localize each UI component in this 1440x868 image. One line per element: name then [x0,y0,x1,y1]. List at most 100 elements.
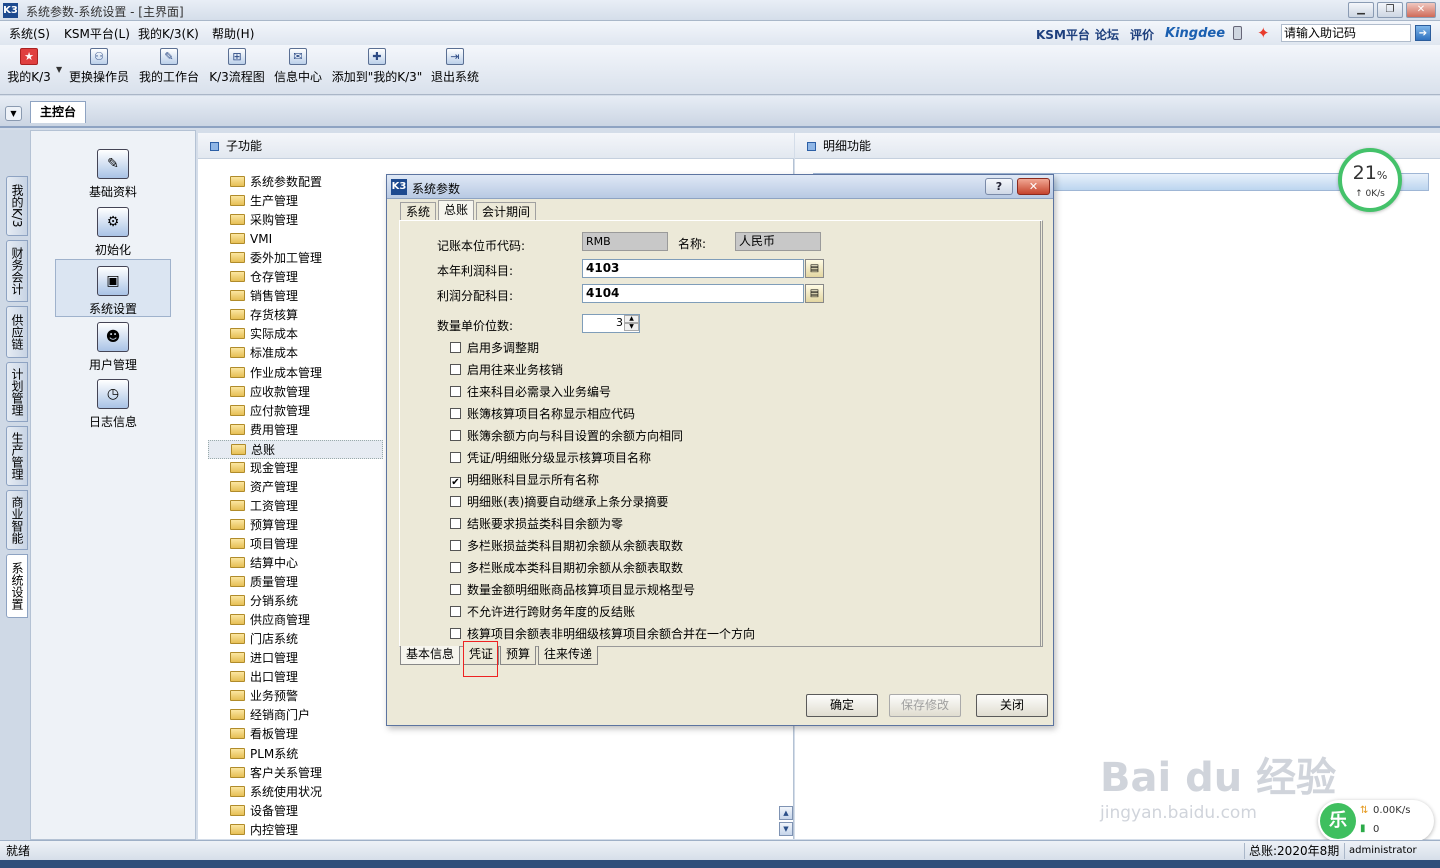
checkbox-icon[interactable] [450,628,461,639]
checkbox-icon[interactable] [450,518,461,529]
tree-item[interactable]: 应付款管理 [230,402,310,421]
tree-item[interactable]: 结算中心 [230,554,298,573]
vtab-finance[interactable]: 财务会计 [6,240,28,302]
item-log-info[interactable]: ◷ 日志信息 [55,373,171,431]
vtab-planning[interactable]: 计划管理 [6,362,28,422]
tree-item[interactable]: 仓存管理 [230,268,298,287]
help-button[interactable]: ? [985,178,1013,195]
tool-my-workbench[interactable]: ✎ 我的工作台 [138,48,200,85]
tool-exit-system[interactable]: ⇥ 退出系统 [430,48,480,85]
option-checkbox[interactable]: 账簿余额方向与科目设置的余额方向相同 [450,427,683,445]
vtab-production[interactable]: 生产管理 [6,426,28,486]
spin-up-icon[interactable]: ▲ [624,315,639,323]
scroll-up-button[interactable]: ▲ [779,806,793,820]
checkbox-icon[interactable] [450,430,461,441]
vtab-supply-chain[interactable]: 供应链 [6,306,28,358]
brand-link-review[interactable]: 评价 [1130,26,1154,43]
tree-item[interactable]: VMI [230,230,272,249]
tree-item[interactable]: 质量管理 [230,573,298,592]
minimize-button[interactable]: ▁ [1348,2,1374,18]
brand-link-ksm[interactable]: KSM平台 [1036,26,1090,43]
checkbox-icon[interactable] [450,584,461,595]
tree-item[interactable]: 费用管理 [230,421,298,440]
option-checkbox[interactable]: ✔ 明细账科目显示所有名称 [450,471,599,489]
vtab-system-settings[interactable]: 系统设置 [6,554,28,618]
checkbox-icon[interactable] [450,606,461,617]
qty-decimals-stepper[interactable]: 3 ▲ ▼ [582,314,640,333]
tree-item[interactable]: 客户关系管理 [230,764,322,783]
item-user-management[interactable]: ☻ 用户管理 [55,316,171,374]
option-checkbox[interactable]: 账簿核算项目名称显示相应代码 [450,405,635,423]
checkbox-icon[interactable] [450,496,461,507]
profit-dist-input[interactable]: 4104 [582,284,804,303]
tree-item[interactable]: 委外加工管理 [230,249,322,268]
restore-button[interactable]: ❐ [1377,2,1403,18]
lookup-icon[interactable]: ▤ [805,259,824,278]
tree-item[interactable]: 业务预警 [230,687,298,706]
tree-item[interactable]: PLM系统 [230,745,298,764]
checkbox-icon[interactable] [450,342,461,353]
tree-item[interactable]: 实际成本 [230,325,298,344]
tool-switch-operator[interactable]: ⚇ 更换操作员 [68,48,130,85]
tree-item[interactable]: 采购管理 [230,211,298,230]
lookup-icon[interactable]: ▤ [805,284,824,303]
tree-item[interactable]: 系统参数配置 [230,173,322,192]
menu-help[interactable]: 帮助(H) [212,25,254,42]
tree-item[interactable]: 系统使用状况 [230,783,322,802]
go-arrow-icon[interactable]: ➔ [1415,25,1431,41]
mobile-icon[interactable] [1233,26,1242,40]
kingdee-logo[interactable]: Kingdee [1165,26,1225,41]
tab-basic-info[interactable]: 基本信息 [400,646,461,665]
tree-item[interactable]: 供应商管理 [230,611,310,630]
tool-add-to-my-k3[interactable]: ✚ 添加到"我的K/3" [331,48,423,85]
vtab-bi[interactable]: 商业智能 [6,490,28,550]
tree-item[interactable]: 标准成本 [230,344,298,363]
close-window-button[interactable]: ✕ [1406,2,1436,18]
item-basic-data[interactable]: ✎ 基础资料 [55,143,171,201]
option-checkbox[interactable]: 往来科目必需录入业务编号 [450,383,611,401]
menu-system[interactable]: 系统(S) [9,25,50,42]
item-system-settings[interactable]: ▣ 系统设置 [55,259,171,317]
tool-my-k3[interactable]: ★ 我的K/3 [6,48,52,85]
option-checkbox[interactable]: 不允许进行跨财务年度的反结账 [450,603,635,621]
save-changes-button[interactable]: 保存修改 [889,694,961,717]
checkbox-icon[interactable] [450,452,461,463]
tree-item[interactable]: 生产管理 [230,192,298,211]
tree-item[interactable]: 分销系统 [230,592,298,611]
profit-account-input[interactable]: 4103 [582,259,804,278]
tab-accounting-period[interactable]: 会计期间 [476,202,537,221]
tree-item[interactable]: 现金管理 [230,459,298,478]
tree-item[interactable]: 资产管理 [230,478,298,497]
vtab-my-k3[interactable]: 我的K/3 [6,176,28,236]
tree-item[interactable]: 预算管理 [230,516,298,535]
chevron-down-icon[interactable]: ▼ [56,65,62,74]
dialog-close-text-button[interactable]: 关闭 [976,694,1048,717]
dialog-close-button[interactable]: ✕ [1017,178,1050,195]
tree-item[interactable]: 工资管理 [230,497,298,516]
checkbox-icon[interactable] [450,562,461,573]
option-checkbox[interactable]: 启用往来业务核销 [450,361,563,379]
tree-item[interactable]: 应收款管理 [230,383,310,402]
tree-item[interactable]: 总账 [208,439,383,459]
tree-item[interactable]: 出口管理 [230,668,298,687]
tab-system[interactable]: 系统 [400,202,437,221]
tree-item[interactable]: 销售管理 [230,287,298,306]
spin-down-icon[interactable]: ▼ [624,323,639,331]
tab-transfer[interactable]: 往来传递 [538,646,599,665]
tree-item[interactable]: 作业成本管理 [230,364,322,383]
option-checkbox[interactable]: 多栏账损益类科目期初余额从余额表取数 [450,537,683,555]
tool-k3-flowchart[interactable]: ⊞ K/3流程图 [208,48,266,85]
checkbox-icon[interactable] [450,386,461,397]
option-checkbox[interactable]: 明细账(表)摘要自动继承上条分录摘要 [450,493,668,511]
option-checkbox[interactable]: 多栏账成本类科目期初余额从余额表取数 [450,559,683,577]
tree-item[interactable]: 门店系统 [230,630,298,649]
tab-main-console[interactable]: 主控台 [30,101,86,123]
tree-item[interactable]: 项目管理 [230,535,298,554]
item-initialize[interactable]: ⚙ 初始化 [55,201,171,259]
star-icon[interactable]: ✦ [1257,24,1270,42]
helper-code-input[interactable]: 请输入助记码 [1281,24,1411,42]
checkbox-icon[interactable] [450,408,461,419]
scroll-down-button[interactable]: ▼ [779,822,793,836]
speed-badge[interactable]: 乐 ⇅ 0.00K/s ▮ 0 [1318,800,1434,842]
tree-item[interactable]: 进口管理 [230,649,298,668]
